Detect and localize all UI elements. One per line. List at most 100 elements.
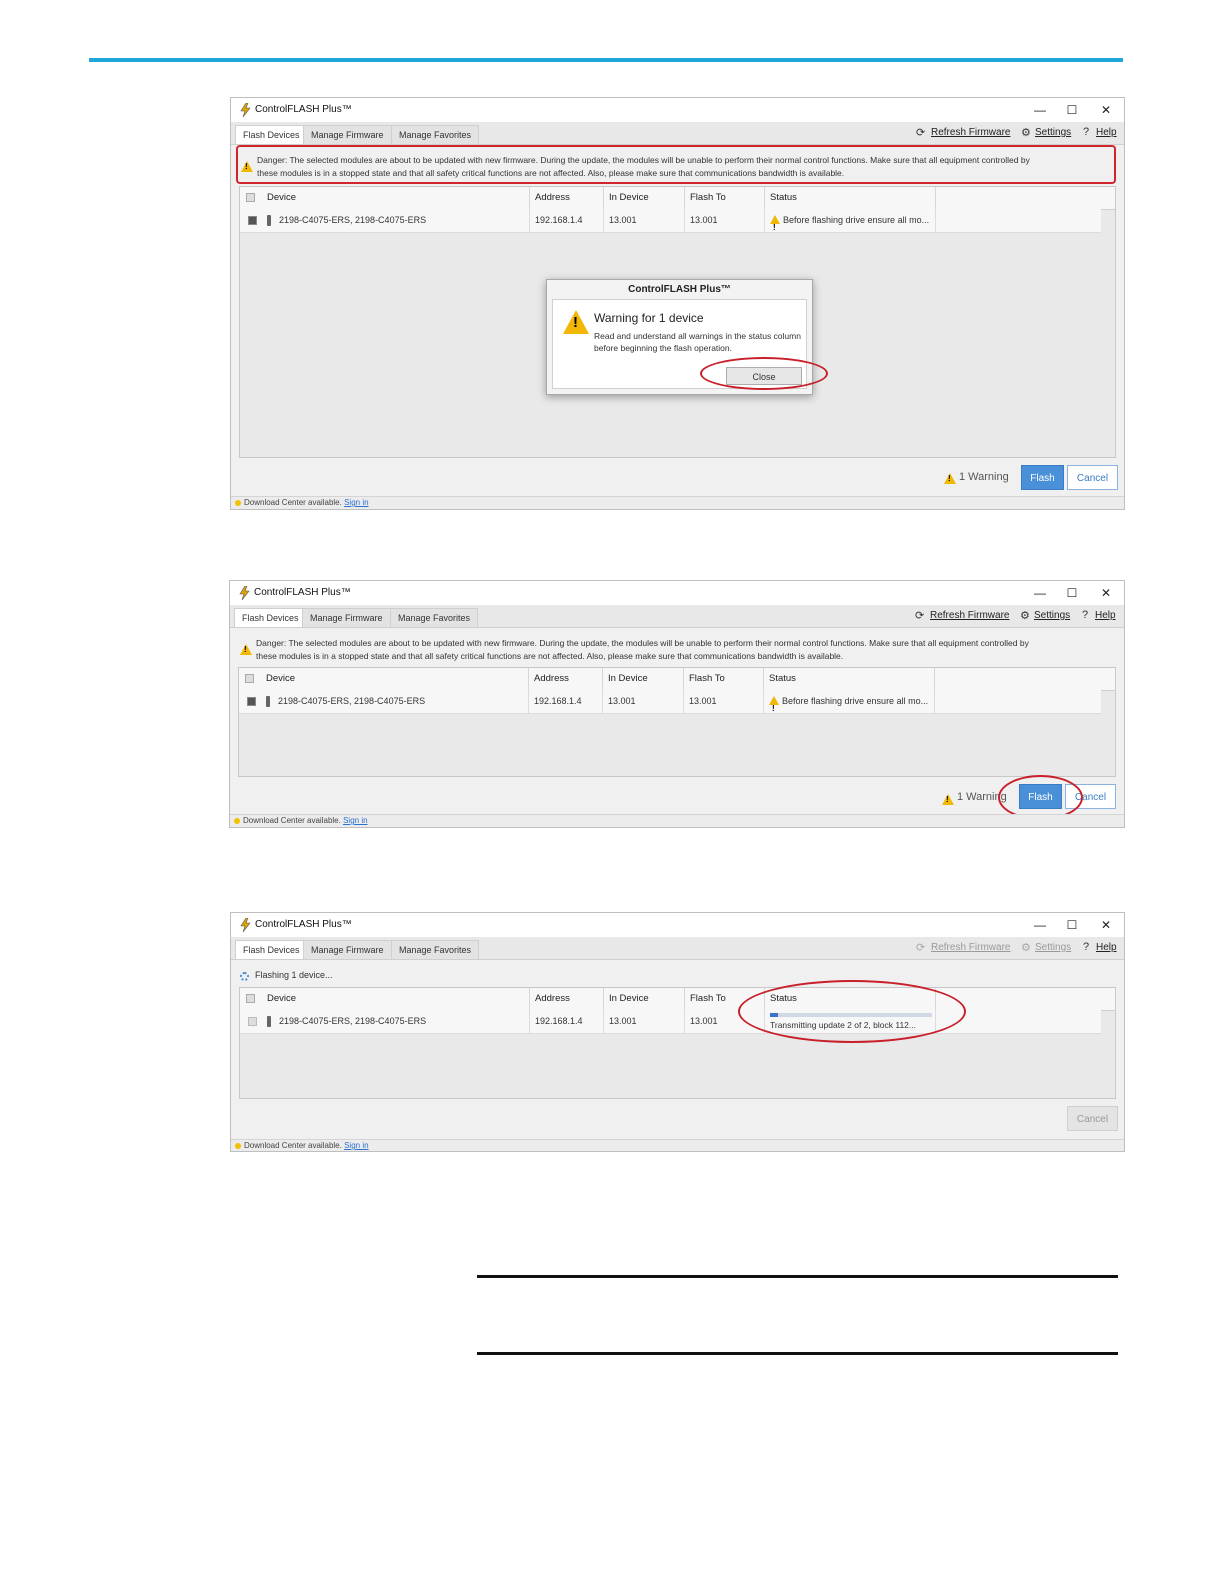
- window-title: ControlFLASH Plus™: [255, 104, 352, 115]
- col-flash-to[interactable]: Flash To: [684, 668, 764, 690]
- close-window-icon[interactable]: ✕: [1094, 101, 1118, 119]
- app-logo-icon: [239, 917, 251, 933]
- select-all-checkbox[interactable]: [246, 994, 255, 1003]
- table-row[interactable]: 2198-C4075-ERS, 2198-C4075-ERS 192.168.1…: [240, 209, 1101, 233]
- status-bar: Download Center available. Sign in: [230, 814, 1124, 827]
- col-device[interactable]: Device: [261, 668, 529, 690]
- device-grid: Device Address In Device Flash To Status…: [239, 987, 1116, 1099]
- tab-manage-firmware[interactable]: Manage Firmware: [303, 125, 392, 144]
- help-link[interactable]: Help: [1096, 127, 1117, 138]
- danger-message: Danger: The selected modules are about t…: [256, 637, 1116, 663]
- address-cell: 192.168.1.4: [530, 209, 604, 232]
- screenshot-warning-dialog: ControlFLASH Plus™ — ☐ ✕ Flash Devices M…: [230, 97, 1125, 510]
- col-device[interactable]: Device: [262, 187, 530, 209]
- status-bar: Download Center available. Sign in: [231, 1139, 1124, 1151]
- dialog-heading: Warning for 1 device: [594, 311, 704, 325]
- maximize-icon[interactable]: ☐: [1060, 101, 1084, 119]
- screenshot-flash-button: ControlFLASH Plus™ — ☐ ✕ Flash Devices M…: [229, 580, 1125, 828]
- tab-manage-firmware[interactable]: Manage Firmware: [302, 608, 391, 627]
- col-in-device[interactable]: In Device: [604, 187, 685, 209]
- select-all-checkbox[interactable]: [245, 674, 254, 683]
- note-bottom-rule: [477, 1352, 1118, 1355]
- dialog-title: ControlFLASH Plus™: [628, 284, 731, 295]
- help-link[interactable]: Help: [1095, 610, 1116, 621]
- maximize-icon[interactable]: ☐: [1060, 916, 1084, 934]
- danger-warning-icon: [240, 644, 252, 655]
- refresh-icon: ⟳: [916, 942, 926, 954]
- tab-flash-devices[interactable]: Flash Devices: [235, 940, 308, 959]
- close-highlight-ellipse: [700, 357, 828, 390]
- refresh-firmware-link[interactable]: Refresh Firmware: [930, 610, 1009, 621]
- close-window-icon[interactable]: ✕: [1094, 916, 1118, 934]
- refresh-firmware-link: Refresh Firmware: [931, 942, 1011, 953]
- tab-bar: Flash Devices Manage Firmware Manage Fav…: [231, 937, 1124, 960]
- col-address[interactable]: Address: [530, 187, 604, 209]
- help-link[interactable]: Help: [1096, 942, 1117, 953]
- device-cell: 2198-C4075-ERS, 2198-C4075-ERS: [262, 1010, 530, 1033]
- gear-icon: ⚙: [1021, 127, 1031, 139]
- status-dot-icon: [235, 1143, 241, 1149]
- danger-line-1: Danger: The selected modules are about t…: [256, 638, 1029, 648]
- col-in-device[interactable]: In Device: [603, 668, 684, 690]
- device-name: 2198-C4075-ERS, 2198-C4075-ERS: [279, 1016, 427, 1026]
- note-top-rule: [477, 1275, 1118, 1278]
- drive-icon: [267, 215, 271, 227]
- table-row[interactable]: 2198-C4075-ERS, 2198-C4075-ERS 192.168.1…: [240, 1010, 1101, 1034]
- col-flash-to[interactable]: Flash To: [685, 187, 765, 209]
- gear-icon: ⚙: [1020, 610, 1030, 622]
- danger-line-2: these modules is in a stopped state and …: [256, 651, 844, 661]
- in-device-cell: 13.001: [604, 209, 685, 232]
- minimize-icon[interactable]: —: [1028, 101, 1052, 119]
- app-logo-icon: [239, 102, 251, 118]
- sign-in-link[interactable]: Sign in: [344, 498, 368, 507]
- settings-link: Settings: [1035, 942, 1072, 953]
- flashing-status: Flashing 1 device...: [255, 970, 333, 980]
- address-cell: 192.168.1.4: [530, 1010, 604, 1033]
- warning-count-icon: [942, 794, 954, 805]
- download-center-text: Download Center available. Sign in: [244, 498, 369, 507]
- minimize-icon[interactable]: —: [1028, 584, 1052, 602]
- dialog-message: Read and understand all warnings in the …: [594, 331, 801, 353]
- help-icon: ?: [1083, 126, 1090, 138]
- sign-in-link[interactable]: Sign in: [343, 816, 367, 825]
- device-name: 2198-C4075-ERS, 2198-C4075-ERS: [278, 696, 426, 706]
- maximize-icon[interactable]: ☐: [1060, 584, 1084, 602]
- warning-count: 1 Warning: [959, 471, 1009, 483]
- download-center-label: Download Center available.: [243, 816, 341, 825]
- flash-button[interactable]: Flash: [1021, 465, 1064, 490]
- device-grid: Device Address In Device Flash To Status…: [238, 667, 1116, 777]
- tab-manage-favorites[interactable]: Manage Favorites: [391, 940, 480, 959]
- flash-to-cell: 13.001: [684, 690, 764, 713]
- col-address[interactable]: Address: [530, 988, 604, 1010]
- refresh-firmware-link[interactable]: Refresh Firmware: [931, 127, 1010, 138]
- minimize-icon[interactable]: —: [1028, 916, 1052, 934]
- window-title: ControlFLASH Plus™: [255, 919, 352, 930]
- settings-link[interactable]: Settings: [1035, 127, 1071, 138]
- tab-flash-devices[interactable]: Flash Devices: [235, 125, 308, 144]
- col-status[interactable]: Status: [765, 187, 936, 209]
- row-checkbox[interactable]: [248, 216, 257, 225]
- drive-icon: [267, 1016, 271, 1028]
- table-row[interactable]: 2198-C4075-ERS, 2198-C4075-ERS 192.168.1…: [239, 690, 1101, 714]
- cancel-button: Cancel: [1067, 1106, 1118, 1131]
- tab-manage-favorites[interactable]: Manage Favorites: [391, 125, 480, 144]
- select-all-checkbox[interactable]: [246, 193, 255, 202]
- title-bar: ControlFLASH Plus™ — ☐ ✕: [230, 581, 1124, 605]
- settings-link[interactable]: Settings: [1034, 610, 1070, 621]
- download-center-label: Download Center available.: [244, 498, 342, 507]
- col-device[interactable]: Device: [262, 988, 530, 1010]
- tab-manage-firmware[interactable]: Manage Firmware: [303, 940, 392, 959]
- help-icon: ?: [1083, 941, 1090, 953]
- close-window-icon[interactable]: ✕: [1094, 584, 1118, 602]
- warning-count-icon: [944, 473, 956, 484]
- tab-manage-favorites[interactable]: Manage Favorites: [390, 608, 479, 627]
- download-center-text: Download Center available. Sign in: [243, 816, 368, 825]
- row-checkbox: [248, 1017, 257, 1026]
- cancel-button[interactable]: Cancel: [1067, 465, 1118, 490]
- row-checkbox[interactable]: [247, 697, 256, 706]
- tab-flash-devices[interactable]: Flash Devices: [234, 608, 307, 627]
- col-status[interactable]: Status: [764, 668, 935, 690]
- sign-in-link[interactable]: Sign in: [344, 1141, 368, 1150]
- col-in-device[interactable]: In Device: [604, 988, 685, 1010]
- col-address[interactable]: Address: [529, 668, 603, 690]
